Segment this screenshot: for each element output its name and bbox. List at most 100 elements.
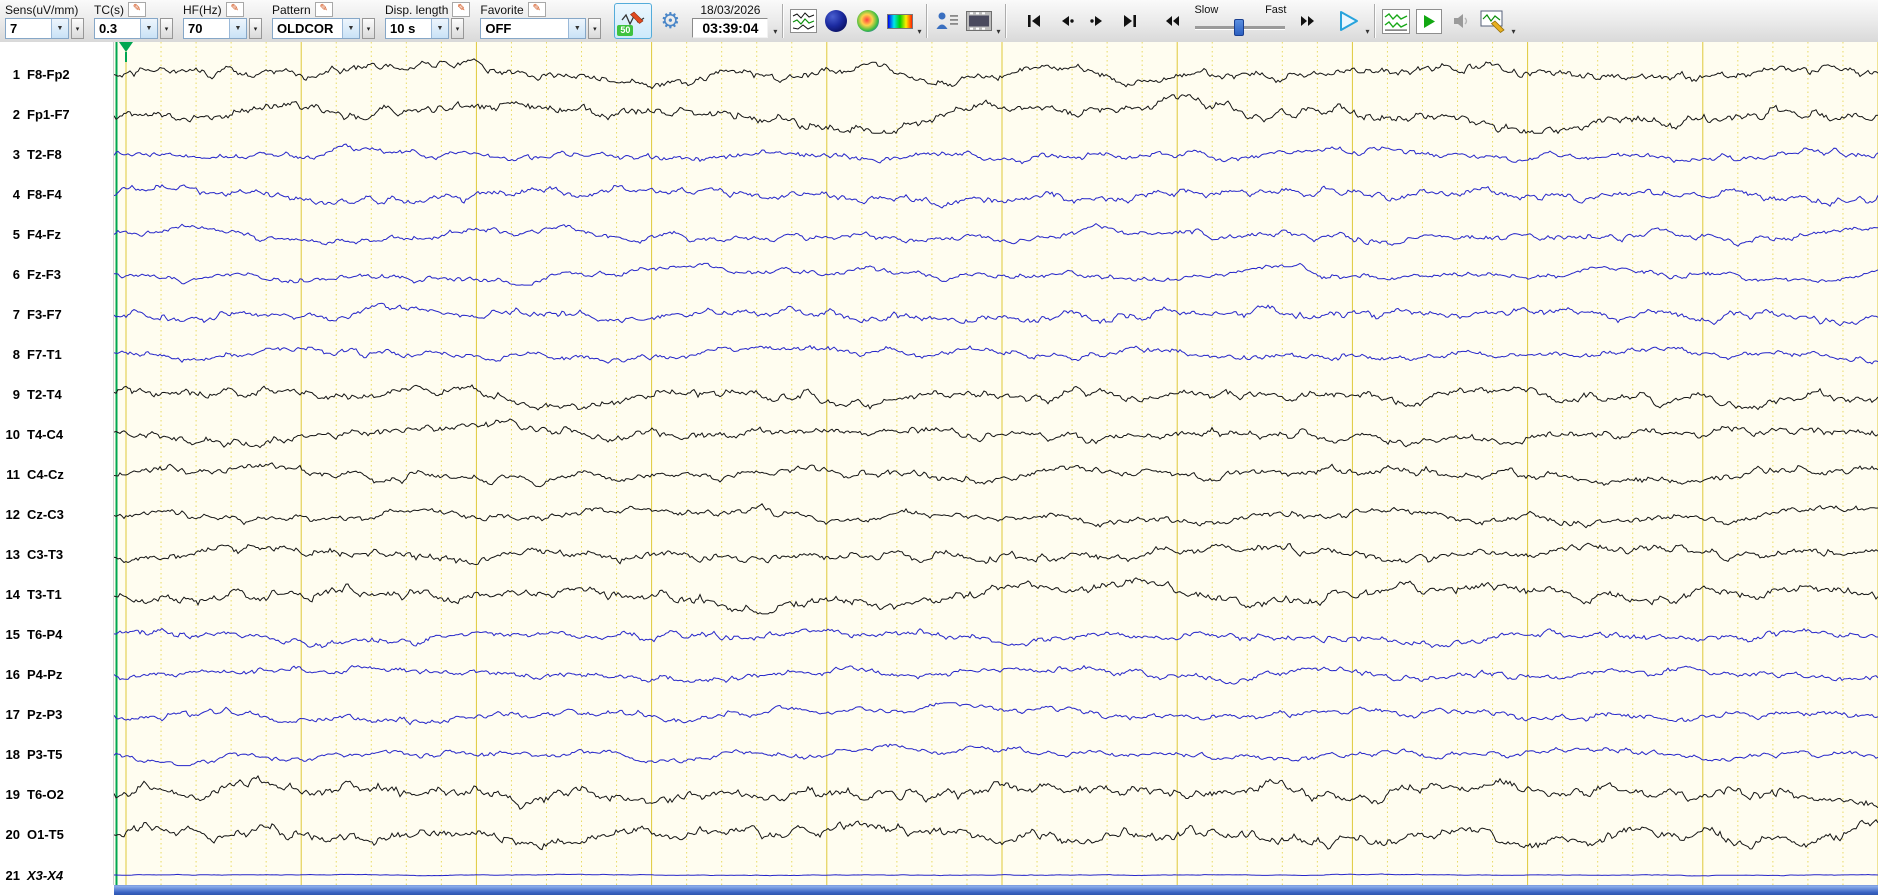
toolbar-field-hf-hz: HF(Hz) ✎ 70 ▼ ▾ (183, 2, 262, 39)
topography-map-button[interactable] (852, 3, 884, 39)
combo-hf-hz[interactable]: 70 ▼ (183, 18, 247, 39)
step-back-button[interactable] (1050, 3, 1082, 39)
stepper-button-favorite[interactable]: ▾ (588, 18, 602, 39)
step-forward-button[interactable] (1082, 3, 1114, 39)
edit-pencil-icon[interactable]: ✎ (225, 2, 244, 17)
time-display: 03:39:04 (692, 18, 769, 38)
combo-sens-uv-mm[interactable]: 7 ▼ (5, 18, 69, 39)
channel-number: 18 (5, 747, 20, 763)
channel-label-row-14[interactable]: 14 T3-T1 (0, 585, 112, 605)
chevron-down-icon[interactable]: ▾ (773, 28, 777, 36)
combo-pattern[interactable]: OLDCOR ▼ (272, 18, 360, 39)
brain-map-button[interactable] (820, 3, 852, 39)
channel-label-row-7[interactable]: 7 F3-F7 (0, 304, 112, 324)
channel-number: 4 (12, 186, 20, 202)
channel-name: T4-C4 (27, 426, 64, 442)
eeg-trace-t6-o2 (114, 775, 1878, 810)
stepper-button-tc-s[interactable]: ▾ (160, 18, 173, 39)
channel-label-row-17[interactable]: 17 Pz-P3 (0, 705, 112, 725)
review-settings-button[interactable] (1477, 3, 1510, 39)
channel-label-row-2[interactable]: 2 Fp1-F7 (0, 104, 112, 124)
channel-label-row-10[interactable]: 10 T4-C4 (0, 424, 112, 444)
combo-disp-length[interactable]: 10 s ▼ (385, 18, 449, 39)
edit-pencil-icon[interactable]: ✎ (314, 2, 333, 17)
auto-play-button[interactable] (1413, 3, 1445, 39)
channel-label-row-19[interactable]: 19 T6-O2 (0, 785, 112, 805)
skip-to-start-button[interactable] (1018, 3, 1050, 39)
channel-label-row-13[interactable]: 13 C3-T3 (0, 545, 112, 565)
field-label-favorite: Favorite (480, 2, 524, 17)
channel-label-row-9[interactable]: 9 T2-T4 (0, 384, 112, 404)
channel-number: 19 (5, 787, 20, 803)
notch-filter-button[interactable]: 50 (614, 3, 653, 39)
channel-name: Fz-F3 (27, 266, 61, 282)
audio-button[interactable] (1445, 3, 1477, 39)
channel-name: T3-T1 (27, 587, 62, 603)
combo-tc-s[interactable]: 0.3 ▼ (94, 18, 158, 39)
channel-label-row-4[interactable]: 4 F8-F4 (0, 184, 112, 204)
edit-pencil-icon[interactable]: ✎ (128, 2, 146, 17)
eeg-trace-f3-f7 (114, 302, 1878, 327)
position-marker-icon[interactable] (119, 42, 133, 52)
combo-favorite[interactable]: OFF ▼ (480, 18, 587, 39)
channel-number: 16 (5, 667, 20, 683)
channel-label-row-3[interactable]: 3 T2-F8 (0, 144, 112, 164)
stepper-button-sens-uv-mm[interactable]: ▾ (71, 18, 84, 39)
chevron-down-icon[interactable]: ▾ (1365, 28, 1369, 36)
skip-to-end-button[interactable] (1114, 3, 1146, 39)
channel-number: 9 (12, 386, 20, 402)
toolbar-separator (782, 4, 784, 38)
trend-waves-button[interactable] (1379, 3, 1413, 39)
channel-label-row-21[interactable]: 21 X3-X4 (0, 865, 112, 885)
channel-label-row-20[interactable]: 20 O1-T5 (0, 825, 112, 845)
timeline-bar[interactable] (114, 885, 1878, 895)
channel-label-row-16[interactable]: 16 P4-Pz (0, 665, 112, 685)
channel-label-row-18[interactable]: 18 P3-T5 (0, 745, 112, 765)
slider-handle[interactable] (1234, 19, 1245, 36)
eeg-trace-f7-t1 (114, 344, 1878, 365)
toolbar-fields: Sens(uV/mm) 7 ▼ ▾ TC(s) ✎ 0.3 ▼ ▾ HF(Hz) ✎ 70 ▼ ▾ Patt… (0, 0, 606, 39)
chevron-down-icon[interactable]: ▾ (1511, 28, 1515, 36)
dropdown-arrow-icon[interactable]: ▼ (229, 19, 246, 38)
dropdown-arrow-icon[interactable]: ▼ (51, 19, 68, 38)
chevron-down-icon[interactable]: ▾ (996, 28, 1000, 36)
play-icon (1340, 11, 1359, 31)
dropdown-arrow-icon[interactable]: ▼ (140, 19, 157, 38)
stepper-button-disp-length[interactable]: ▾ (451, 18, 464, 39)
edit-pencil-icon[interactable]: ✎ (527, 2, 546, 17)
stepper-button-hf-hz[interactable]: ▾ (249, 18, 262, 39)
chevron-down-icon[interactable]: ▾ (917, 28, 921, 36)
edit-pencil-icon[interactable]: ✎ (452, 2, 471, 17)
field-label-sens-uv-mm: Sens(uV/mm) (5, 2, 79, 17)
fast-rewind-button[interactable] (1156, 3, 1188, 39)
channel-name: F8-Fp2 (27, 66, 70, 82)
channel-label-row-8[interactable]: 8 F7-T1 (0, 344, 112, 364)
play-button[interactable] (1332, 3, 1364, 39)
channel-label-row-12[interactable]: 12 Cz-C3 (0, 505, 112, 525)
channel-label-row-1[interactable]: 1 F8-Fp2 (0, 64, 112, 84)
channel-label-row-6[interactable]: 6 Fz-F3 (0, 264, 112, 284)
channel-name: X3-X4 (27, 867, 64, 883)
dropdown-arrow-icon[interactable]: ▼ (342, 19, 359, 38)
patient-info-button[interactable] (931, 3, 963, 39)
fast-forward-button[interactable] (1292, 3, 1324, 39)
stepper-button-pattern[interactable]: ▾ (362, 18, 375, 39)
color-scale-button[interactable] (884, 3, 916, 39)
toolbar-field-disp-length: Disp. length ✎ 10 s ▼ ▾ (385, 2, 471, 39)
dropdown-arrow-icon[interactable]: ▼ (431, 19, 448, 38)
video-button[interactable] (963, 3, 995, 39)
waveform-map-button[interactable] (787, 3, 820, 39)
trace-area[interactable] (114, 42, 1878, 885)
channel-number: 5 (12, 226, 20, 242)
gear-icon: ⚙ (660, 8, 681, 33)
dropdown-arrow-icon[interactable]: ▼ (568, 19, 586, 38)
channel-label-row-11[interactable]: 11 C4-Cz (0, 465, 112, 485)
eeg-trace-t2-f8 (114, 143, 1878, 165)
eeg-trace-f4-fz (114, 222, 1878, 247)
channel-name: T2-T4 (27, 386, 62, 402)
combo-value-hf-hz: 70 (188, 21, 203, 36)
channel-name: O1-T5 (27, 827, 64, 843)
channel-label-row-5[interactable]: 5 F4-Fz (0, 224, 112, 244)
montage-settings-button[interactable]: ⚙ (654, 3, 686, 39)
channel-label-row-15[interactable]: 15 T6-P4 (0, 625, 112, 645)
